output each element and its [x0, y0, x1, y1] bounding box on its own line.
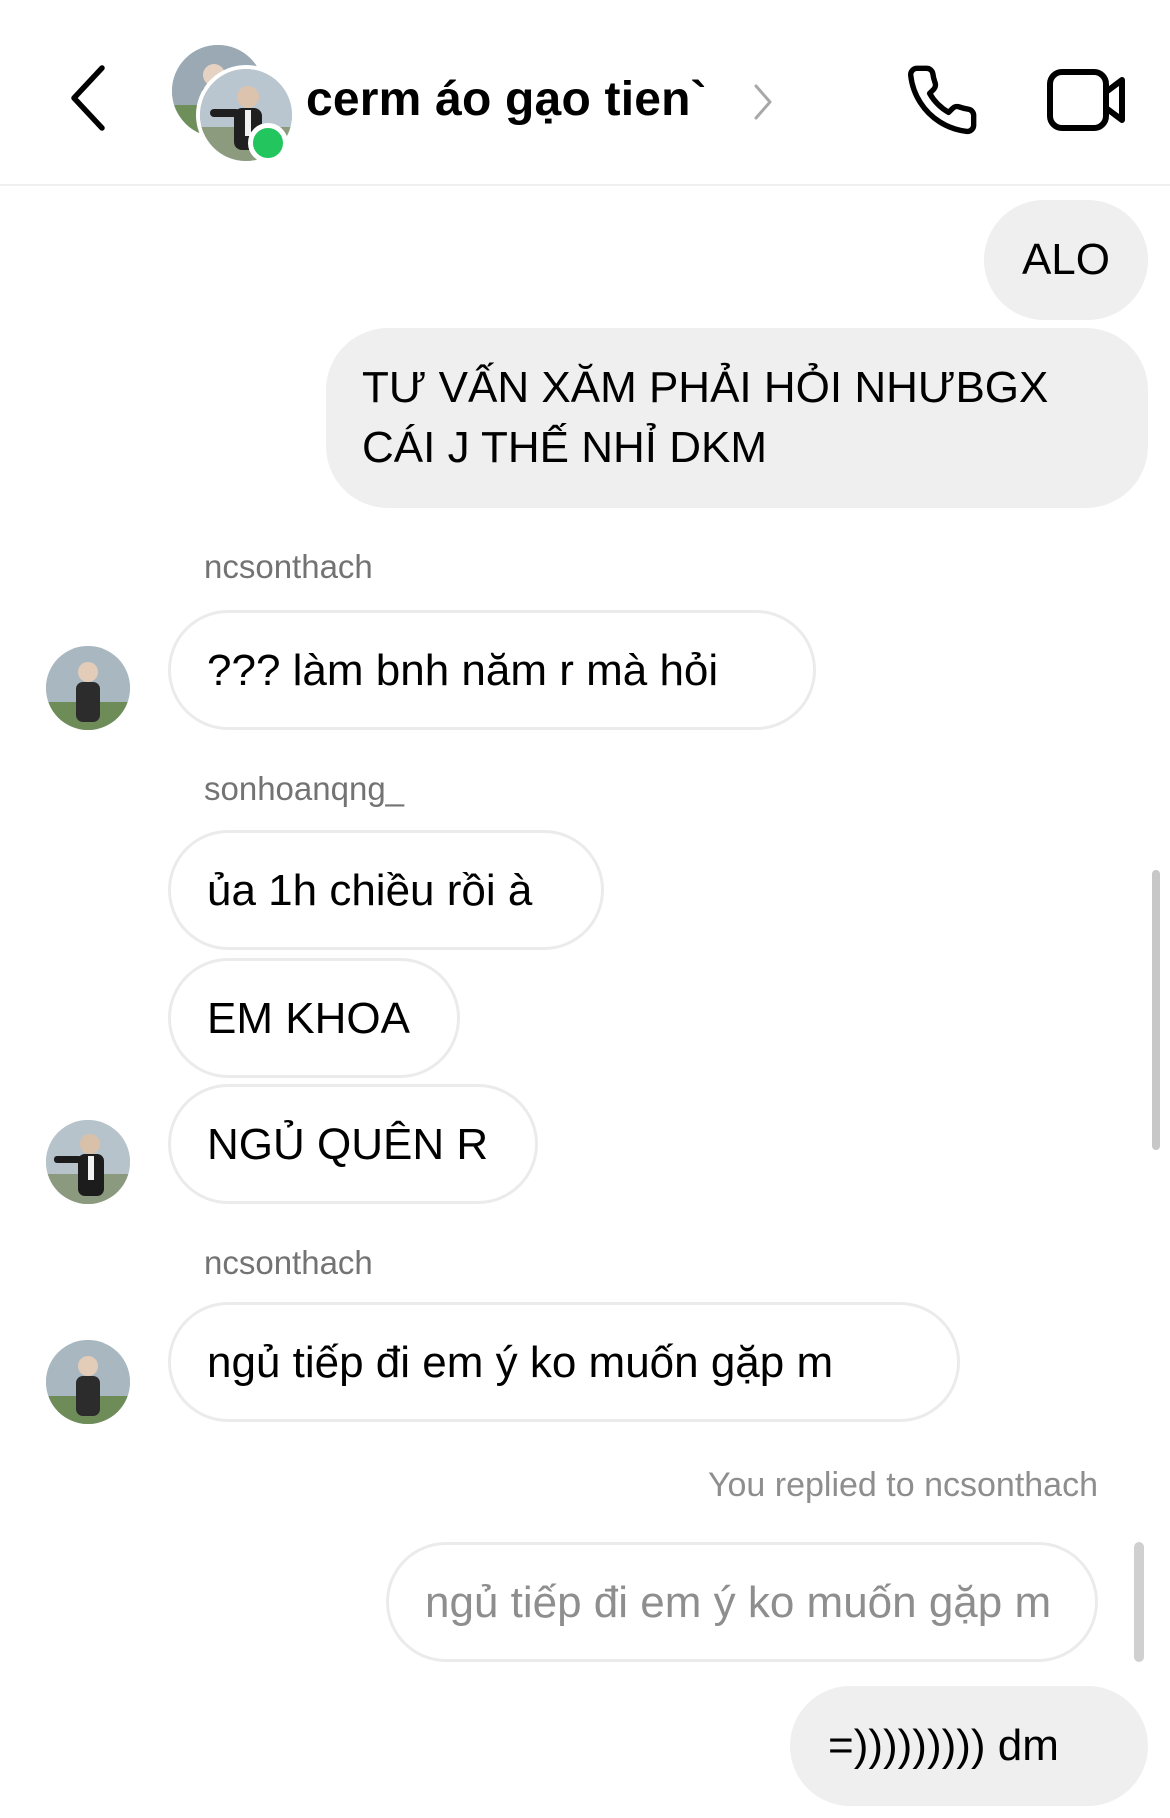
message-text: ngủ tiếp đi em ý ko muốn gặp m — [207, 1338, 834, 1387]
video-call-button[interactable] — [1046, 66, 1128, 134]
message-text: ủa 1h chiều rồi à — [207, 866, 533, 915]
sender-name: ncsonthach — [204, 1244, 373, 1281]
message-bubble-incoming[interactable]: EM KHOA — [168, 958, 460, 1078]
sender-name: sonhoanqng_ — [204, 770, 405, 807]
quote-indicator-bar — [1134, 1542, 1144, 1662]
message-text-line-1: TƯ VẤN XĂM PHẢI HỎI NHƯBGX — [362, 363, 1049, 412]
chevron-right-icon[interactable] — [752, 82, 774, 122]
avatar[interactable] — [46, 1120, 130, 1204]
message-text-line-2: CÁI J THẾ NHỈ DKM — [362, 423, 768, 472]
message-text: NGỦ QUÊN R — [207, 1120, 489, 1169]
quoted-message-text: ngủ tiếp đi em ý ko muốn gặp m — [425, 1578, 1052, 1627]
message-text: EM KHOA — [207, 994, 410, 1043]
back-button[interactable] — [62, 62, 118, 134]
message-bubble-outgoing[interactable]: =))))))))) dm — [790, 1686, 1148, 1806]
voice-call-button[interactable] — [904, 62, 980, 138]
reply-context-label: You replied to ncsonthach — [707, 1466, 1098, 1504]
sender-name: ncsonthach — [204, 548, 373, 585]
message-bubble-outgoing[interactable]: TƯ VẤN XĂM PHẢI HỎI NHƯBGX CÁI J THẾ NHỈ… — [326, 328, 1148, 508]
video-camera-icon — [1047, 69, 1125, 131]
chat-title[interactable]: cerm áo gạo tien` — [306, 72, 707, 127]
group-avatar[interactable] — [172, 45, 296, 165]
message-bubble-outgoing[interactable]: ALO — [983, 200, 1148, 320]
message-bubble-incoming[interactable]: ủa 1h chiều rồi à — [168, 830, 604, 950]
message-text: ??? làm bnh năm r mà hỏi — [207, 646, 719, 695]
message-text: =))))))))) dm — [828, 1721, 1059, 1770]
phone-icon — [908, 65, 977, 135]
chat-header: cerm áo gạo tien` — [0, 0, 1170, 186]
message-bubble-incoming[interactable]: NGỦ QUÊN R — [168, 1084, 538, 1204]
chevron-left-icon — [71, 65, 105, 131]
online-status-dot — [248, 123, 288, 163]
avatar[interactable] — [46, 1340, 130, 1424]
message-bubble-incoming[interactable]: ngủ tiếp đi em ý ko muốn gặp m — [168, 1302, 960, 1422]
message-bubble-incoming[interactable]: ??? làm bnh năm r mà hỏi — [168, 610, 816, 730]
message-text: ALO — [1021, 235, 1110, 284]
scrollbar[interactable] — [1152, 870, 1160, 1150]
quoted-message[interactable]: ngủ tiếp đi em ý ko muốn gặp m — [386, 1542, 1098, 1662]
avatar[interactable] — [46, 646, 130, 730]
